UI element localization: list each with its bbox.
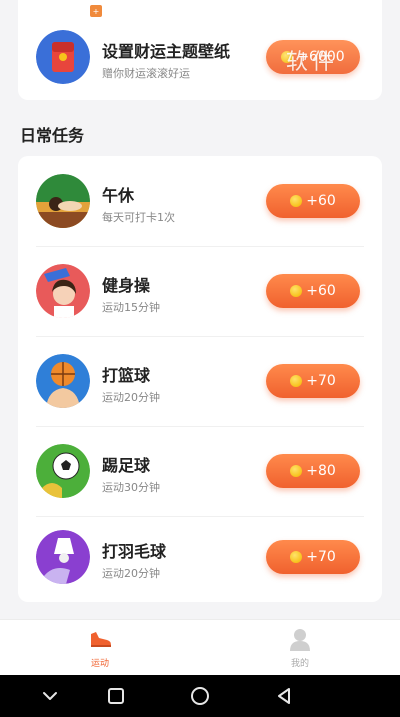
reward-button[interactable]: +60: [266, 184, 360, 218]
task-row-nap[interactable]: 午休 每天可打卡1次 +60: [18, 156, 382, 246]
task-row-basketball[interactable]: 打篮球 运动20分钟 +70: [18, 336, 382, 426]
reward-button[interactable]: +70: [266, 540, 360, 574]
coin-icon: [290, 551, 303, 563]
task-row-football[interactable]: 踢足球 运动30分钟 +80: [18, 426, 382, 516]
task-title: 午休: [102, 186, 135, 205]
task-title: 踢足球: [102, 456, 151, 475]
task-subtitle: 每天可打卡1次: [102, 211, 175, 224]
reward-value: +60: [306, 283, 336, 299]
bottom-nav: 运动 我的: [0, 619, 400, 675]
task-row-badminton[interactable]: 打羽毛球 运动20分钟 +70: [18, 512, 382, 602]
home-circle-icon[interactable]: [188, 684, 212, 708]
task-title: 打篮球: [102, 366, 151, 385]
coin-icon: [290, 375, 303, 387]
user-icon: [287, 626, 313, 652]
basketball-icon: [36, 354, 90, 408]
coin-icon: [290, 195, 303, 207]
back-triangle-icon[interactable]: [272, 684, 296, 708]
task-title: 打羽毛球: [102, 542, 167, 561]
task-subtitle: 运动20分钟: [102, 391, 160, 404]
task-subtitle: 运动15分钟: [102, 301, 160, 314]
task-title: 设置财运主题壁纸: [102, 42, 231, 61]
reward-value: +70: [306, 373, 336, 389]
reward-value: +60: [306, 193, 336, 209]
nav-label: 运动: [90, 659, 109, 669]
red-envelope-icon: [36, 30, 90, 84]
nap-icon: [36, 174, 90, 228]
task-subtitle: 运动30分钟: [102, 481, 160, 494]
task-row-fitness[interactable]: 健身操 运动15分钟 +60: [18, 246, 382, 336]
nav-label: 我的: [290, 659, 309, 669]
sneaker-icon: [87, 626, 113, 652]
reward-value: +80: [306, 463, 336, 479]
reward-value: +70: [306, 549, 336, 565]
chevron-down-icon[interactable]: [38, 684, 62, 708]
reward-button[interactable]: +70: [266, 364, 360, 398]
section-title: 日常任务: [20, 126, 85, 145]
nav-item-sport[interactable]: 运动: [70, 626, 130, 672]
badminton-icon: [36, 530, 90, 584]
daily-tasks-card: 午休 每天可打卡1次 +60 健身操 运动15分钟 +60 打篮球 运动20分钟…: [18, 156, 382, 602]
square-icon[interactable]: [104, 684, 128, 708]
football-icon: [36, 444, 90, 498]
reward-button[interactable]: +80: [266, 454, 360, 488]
task-subtitle: 运动20分钟: [102, 567, 160, 580]
coin-icon: [290, 465, 303, 477]
task-title: 健身操: [102, 276, 151, 295]
task-subtitle: 赠你财运滚滚好运: [102, 67, 190, 80]
wallpaper-task-card: + 设置财运主题壁纸 赠你财运滚滚好运 +6000 软件: [18, 0, 382, 100]
fitness-icon: [36, 264, 90, 318]
system-nav-bar: [0, 675, 400, 717]
watermark: 软件: [286, 50, 339, 75]
reward-button[interactable]: +60: [266, 274, 360, 308]
screen: + 设置财运主题壁纸 赠你财运滚滚好运 +6000 软件 日常任务 午休 每天可…: [0, 0, 400, 717]
nav-item-mine[interactable]: 我的: [270, 626, 330, 672]
coin-icon: [290, 285, 303, 297]
